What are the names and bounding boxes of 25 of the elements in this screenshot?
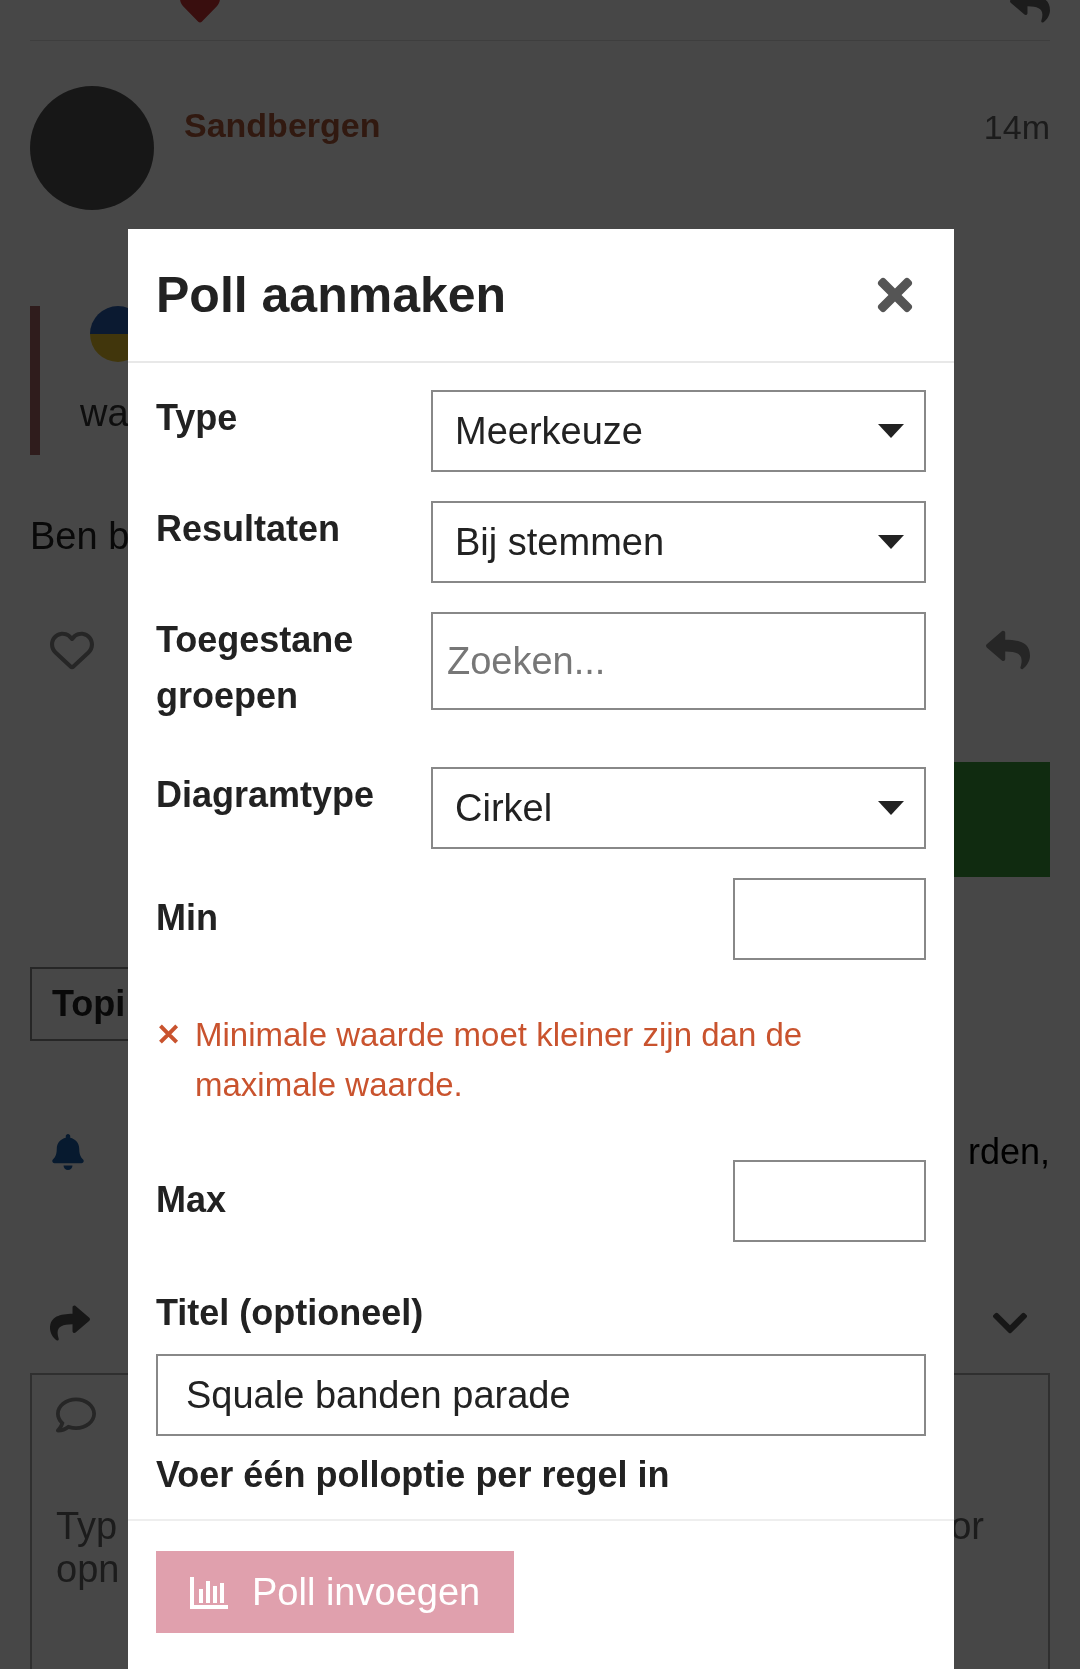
caret-icon — [878, 424, 904, 438]
quote-text: wa — [80, 392, 129, 435]
field-label: Max — [156, 1178, 228, 1222]
post-text: Ben b — [30, 515, 130, 558]
search-field[interactable]: Zoeken... — [431, 612, 926, 710]
field-label: Toegestane groepen — [156, 618, 355, 718]
title-field[interactable]: Squale banden parade — [156, 1354, 926, 1436]
field-label: Resultaten — [156, 507, 342, 551]
caret-icon — [878, 801, 904, 815]
dropdown[interactable]: Meerkeuze — [431, 390, 926, 472]
field-label: Titel (optioneel) — [156, 1292, 425, 1334]
dialog-title: Poll aanmaken — [156, 266, 507, 324]
options-heading: Voer één polloptie per regel in — [156, 1454, 671, 1496]
dropdown[interactable]: Cirkel — [431, 767, 926, 849]
number-field[interactable] — [733, 878, 926, 960]
notice-text: rden, — [967, 1131, 1050, 1173]
number-field[interactable] — [733, 1160, 926, 1242]
bar-chart-icon — [190, 1575, 230, 1609]
field-label: Type — [156, 396, 239, 440]
error-icon: ✕ — [156, 1010, 181, 1060]
error-message: Minimale waarde moet kleiner zijn dan de maximale waarde. — [195, 1015, 804, 1105]
field-label: Min — [156, 896, 219, 940]
caret-icon — [878, 535, 904, 549]
dropdown[interactable]: Bij stemmen — [431, 501, 926, 583]
field-label: Diagramtype — [156, 773, 376, 817]
